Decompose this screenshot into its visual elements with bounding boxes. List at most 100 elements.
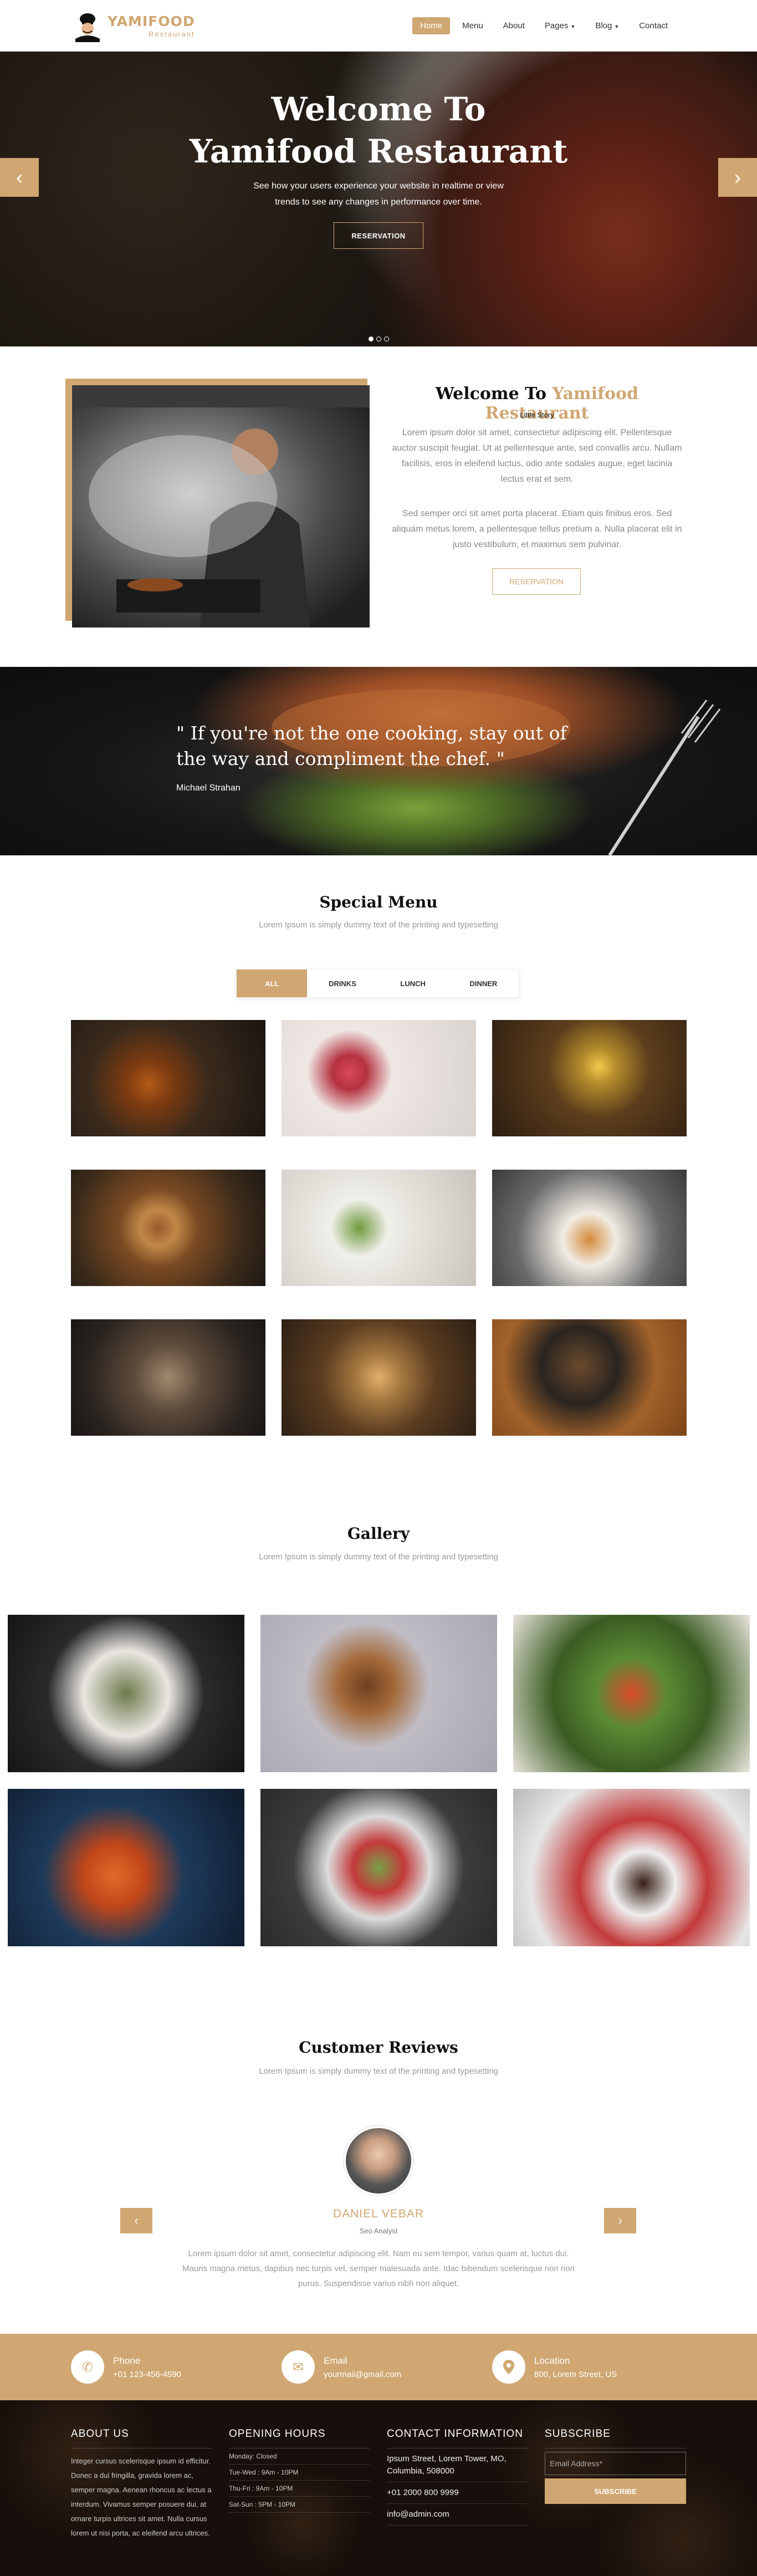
slider-dot[interactable]: [384, 336, 389, 341]
subscribe-email-input[interactable]: [545, 2452, 686, 2475]
customer-reviews-section: Customer Reviews Lorem Ipsum is simply d…: [0, 2029, 757, 2334]
hero-prev-button[interactable]: ‹: [0, 158, 39, 197]
reviews-title: Customer Reviews: [299, 2038, 458, 2057]
quote-banner: " If you're not the one cooking, stay ou…: [0, 667, 757, 855]
gallery-title: Gallery: [347, 1524, 410, 1543]
menu-item-salads[interactable]: [282, 1170, 476, 1286]
gallery-image-falafel-board[interactable]: [260, 1615, 497, 1772]
chef-grilling-photo: [72, 385, 370, 628]
footer-hours-heading: OPENING HOURS: [229, 2428, 326, 2440]
main-nav: Home Menu About Pages ▼ Blog ▼ Contact: [408, 17, 676, 34]
footer-contact: CONTACT INFORMATION Ipsum Street, Lorem …: [387, 2428, 528, 2526]
gallery-image-pancakes[interactable]: [513, 1789, 750, 1946]
about-paragraph-1: Lorem ipsum dolor sit amet, consectetur …: [392, 428, 682, 484]
subscribe-button[interactable]: SUBSCRIBE: [545, 2478, 686, 2504]
gallery-section: Gallery Lorem Ipsum is simply dummy text…: [0, 1441, 757, 2051]
nav-item-about[interactable]: About: [495, 17, 533, 34]
logo-subtitle: Restaurant: [148, 30, 195, 38]
nav-item-pages[interactable]: Pages ▼: [537, 17, 583, 34]
nav-item-home[interactable]: Home: [412, 17, 451, 34]
reviewer-name: DANIEL VEBAR: [333, 2207, 424, 2220]
contact-info-bar: ✆ Phone +01 123-456-4590 ✉ Email yourmail@…: [0, 2334, 757, 2400]
chevron-right-icon: ›: [734, 166, 741, 188]
location-label: Location: [534, 2355, 570, 2366]
tab-all[interactable]: ALL: [237, 970, 308, 997]
reviewer-role: Seo Analyst: [359, 2227, 398, 2235]
footer-hours: OPENING HOURS Monday: Closed Tue-Wed : 9…: [229, 2428, 370, 2513]
hours-row: Sat-Sun : 5PM - 10PM: [229, 2497, 370, 2513]
email-label: Email: [324, 2355, 347, 2366]
footer-subscribe-heading: SUBSCRIBE: [545, 2428, 611, 2440]
menu-item-burger[interactable]: [71, 1170, 265, 1286]
phone-value[interactable]: +01 123-456-4590: [113, 2370, 181, 2379]
hours-row: Monday: Closed: [229, 2449, 370, 2465]
nav-item-blog[interactable]: Blog ▼: [587, 17, 627, 34]
gallery-subtitle: Lorem Ipsum is simply dummy text of the …: [259, 1552, 498, 1562]
site-logo[interactable]: YAMIFOOD Restaurant: [71, 10, 195, 42]
slider-dots: [369, 336, 389, 341]
about-paragraph-2: Sed semper orci sit amet porta placerat.…: [392, 509, 682, 549]
gallery-image-paella[interactable]: [8, 1789, 244, 1946]
menu-item-table-dishes[interactable]: [71, 1319, 265, 1436]
tab-dinner[interactable]: DINNER: [448, 970, 519, 997]
footer-address: Ipsum Street, Lorem Tower, MO, Columbia,…: [387, 2449, 528, 2482]
site-header: YAMIFOOD Restaurant Home Menu About Page…: [0, 0, 757, 52]
reviewer-avatar: [344, 2126, 413, 2196]
chef-logo-icon: [71, 10, 104, 42]
hours-row: Thu-Fri : 9Am - 10PM: [229, 2481, 370, 2497]
gallery-image-vegetable-boxes[interactable]: [513, 1615, 750, 1772]
menu-item-drink[interactable]: [71, 1020, 265, 1136]
hero-slider: Welcome To Yamifood Restaurant See how yo…: [0, 52, 757, 346]
hero-text: See how your users experience your websi…: [253, 181, 504, 207]
caret-down-icon: ▼: [570, 24, 576, 29]
hero-title: Welcome To Yamifood Restaurant: [189, 90, 568, 170]
menu-filter-tabs: ALL DRINKS LUNCH DINNER: [236, 969, 519, 998]
footer-about-heading: ABOUT US: [71, 2428, 129, 2440]
contact-location: Location 800, Lorem Street, US: [492, 2350, 617, 2384]
footer-phone[interactable]: +01 2000 800 9999: [387, 2482, 528, 2504]
footer-about-text: Integer cursus scelerisque ipsum id effi…: [71, 2457, 212, 2537]
menu-subtitle: Lorem Ipsum is simply dummy text of the …: [259, 920, 498, 930]
email-value[interactable]: yourmail@gmail.com: [324, 2370, 401, 2379]
quote-author: Michael Strahan: [176, 783, 241, 793]
caret-down-icon: ▼: [614, 24, 620, 29]
footer-about: ABOUT US Integer cursus scelerisque ipsu…: [71, 2428, 212, 2541]
gallery-image-salad-bowl[interactable]: [260, 1789, 497, 1946]
slider-dot[interactable]: [376, 336, 381, 341]
about-subtitle: Little Story: [520, 411, 554, 419]
chevron-left-icon: ‹: [16, 166, 23, 188]
reviews-subtitle: Lorem Ipsum is simply dummy text of the …: [259, 2067, 498, 2076]
phone-icon: ✆: [71, 2350, 104, 2384]
menu-item-smoothie[interactable]: [282, 1020, 476, 1136]
hero-reservation-button[interactable]: RESERVATION: [334, 222, 423, 249]
menu-item-breakfast-spread[interactable]: [282, 1319, 476, 1436]
gallery-image-mussels[interactable]: [8, 1615, 244, 1772]
about-reservation-button[interactable]: RESERVATION: [492, 568, 581, 595]
tab-drinks[interactable]: DRINKS: [307, 970, 377, 997]
map-marker-icon: [492, 2350, 525, 2384]
quote-text: " If you're not the one cooking, stay ou…: [176, 722, 567, 769]
site-footer: ABOUT US Integer cursus scelerisque ipsu…: [0, 2400, 757, 2576]
footer-contact-heading: CONTACT INFORMATION: [387, 2428, 523, 2440]
logo-title: YAMIFOOD: [108, 13, 195, 29]
menu-title: Special Menu: [319, 893, 438, 911]
contact-email: ✉ Email yourmail@gmail.com: [282, 2350, 401, 2384]
hours-row: Tue-Wed : 9Am - 10PM: [229, 2465, 370, 2481]
tab-lunch[interactable]: LUNCH: [378, 970, 448, 997]
nav-item-contact[interactable]: Contact: [631, 17, 676, 34]
about-section: Welcome To Yamifood Restaurant Little St…: [0, 346, 757, 665]
menu-item-cocktail[interactable]: [492, 1020, 687, 1136]
contact-phone: ✆ Phone +01 123-456-4590: [71, 2350, 181, 2384]
envelope-icon: ✉: [282, 2350, 315, 2384]
location-value: 800, Lorem Street, US: [534, 2369, 617, 2379]
menu-item-plated-dish[interactable]: [492, 1170, 687, 1286]
special-menu-section: Special Menu Lorem Ipsum is simply dummy…: [0, 855, 757, 1437]
nav-item-menu[interactable]: Menu: [454, 17, 491, 34]
slider-dot[interactable]: [369, 336, 374, 341]
footer-email[interactable]: info@admin.com: [387, 2504, 528, 2526]
menu-item-steak[interactable]: [492, 1319, 687, 1436]
footer-subscribe: SUBSCRIBE SUBSCRIBE f in G+: [545, 2428, 686, 2576]
phone-label: Phone: [113, 2355, 141, 2366]
review-text: Lorem ipsum dolor sit amet, consectetur …: [182, 2249, 575, 2288]
hero-next-button[interactable]: ›: [718, 158, 757, 197]
